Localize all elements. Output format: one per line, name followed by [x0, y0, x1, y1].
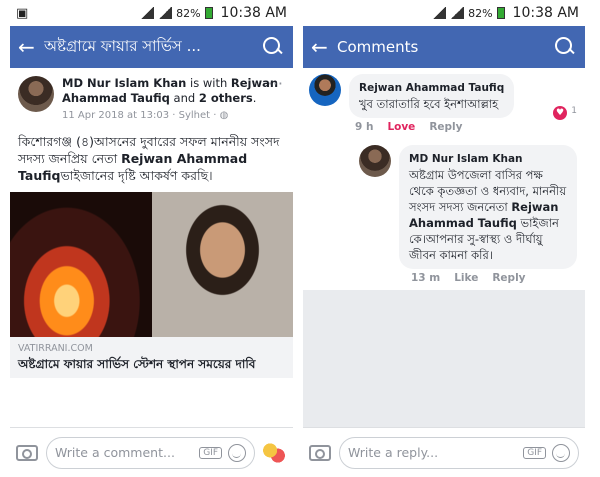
fire-image[interactable]	[10, 192, 152, 337]
reply-input[interactable]: Write a reply... GIF	[339, 436, 579, 469]
post-header: MD Nur Islam Khan is with Rejwan Ahammad…	[10, 68, 293, 127]
status-bar: ▣ 82% 10:38 AM	[10, 0, 293, 26]
love-button[interactable]: Love	[387, 121, 415, 133]
emoji-icon[interactable]	[552, 443, 570, 462]
comment-composer: Write a comment... GIF	[10, 427, 293, 477]
app-bar: ← Comments	[303, 26, 585, 68]
more-options-icon[interactable]: ···	[268, 74, 283, 93]
comment-input[interactable]: Write a comment... GIF	[46, 436, 255, 469]
link-domain: VATIRRANI.COM	[18, 343, 93, 354]
reply-composer: Write a reply... GIF	[303, 427, 585, 477]
battery-text: 82%	[176, 6, 201, 20]
camera-icon[interactable]	[16, 444, 38, 461]
page-title: Comments	[337, 38, 419, 56]
reaction-count: 1	[571, 106, 577, 116]
gif-button[interactable]: GIF	[199, 446, 222, 459]
reply-comment: MD Nur Islam Khan অষ্টগ্রাম উপজেলা বাসির…	[353, 139, 585, 269]
and-text: and	[169, 91, 199, 105]
globe-icon: ◍	[219, 110, 229, 121]
image-icon: ▣	[16, 5, 29, 21]
portrait-image[interactable]	[152, 192, 293, 337]
signal-icon-2	[450, 7, 465, 19]
app-bar: ← অষ্টগ্রামে ফায়ার সার্ভিস ...	[10, 26, 293, 68]
comment-author[interactable]: MD Nur Islam Khan	[409, 151, 567, 167]
post-meta: 11 Apr 2018 at 13:03 · Sylhet ·	[62, 110, 217, 121]
search-icon[interactable]	[261, 35, 285, 59]
avatar[interactable]	[18, 76, 54, 112]
comment-bubble[interactable]: Rejwan Ahammad Taufiq খুব তারাতারি হবে ই…	[349, 74, 515, 118]
link-preview-images[interactable]	[10, 192, 293, 337]
camera-icon[interactable]	[309, 444, 331, 461]
comment-bubble[interactable]: MD Nur Islam Khan অষ্টগ্রাম উপজেলা বাসির…	[399, 145, 577, 269]
right-screen: 82% 10:38 AM ← Comments Rejwan Ahammad T…	[303, 0, 585, 477]
link-title: অষ্টগ্রামে ফায়ার সার্ভিস স্টেশন স্থাপন …	[18, 357, 256, 371]
comment-time: 9 h	[355, 121, 374, 133]
period: .	[252, 91, 257, 105]
comment: Rejwan Ahammad Taufiq খুব তারাতারি হবে ই…	[303, 68, 585, 120]
search-icon[interactable]	[553, 35, 577, 59]
page-title: অষ্টগ্রামে ফায়ার সার্ভিস ...	[44, 36, 201, 55]
avatar[interactable]	[309, 74, 341, 106]
emoji-icon[interactable]	[228, 443, 246, 462]
signal-icon	[140, 7, 155, 19]
avatar[interactable]	[359, 145, 391, 177]
post-text: কিশোরগঞ্জ (৪)আসনের দুবারের সফল মাননীয় স…	[10, 127, 293, 192]
stickers-icon[interactable]	[261, 439, 287, 466]
post-author[interactable]: MD Nur Islam Khan	[62, 76, 186, 90]
battery-icon	[496, 7, 505, 19]
battery-icon	[204, 7, 213, 19]
back-arrow-icon[interactable]: ←	[311, 35, 337, 59]
left-screen: ▣ 82% 10:38 AM ← অষ্টগ্রামে ফায়ার সার্ভ…	[10, 0, 293, 477]
comments-list: Rejwan Ahammad Taufiq খুব তারাতারি হবে ই…	[303, 68, 585, 290]
like-button[interactable]: Like	[454, 272, 478, 284]
clock: 10:38 AM	[512, 5, 579, 21]
reply-button[interactable]: Reply	[429, 121, 462, 133]
reply-time: 13 m	[411, 272, 441, 284]
comment-placeholder: Write a comment...	[55, 445, 175, 460]
with-text: is with	[186, 76, 231, 90]
comment-text: খুব তারাতারি হবে ইনশাআল্লাহ	[359, 97, 499, 111]
others-link[interactable]: 2 others	[199, 91, 253, 105]
battery-text: 82%	[468, 6, 493, 20]
status-bar: 82% 10:38 AM	[303, 0, 585, 26]
comment-text: অষ্টগ্রাম উপজেলা বাসির পক্ষ থেকে কৃতজ্ঞত…	[409, 167, 567, 263]
signal-icon-2	[158, 7, 173, 19]
comment-actions: 9 h Love Reply	[303, 118, 585, 139]
back-arrow-icon[interactable]: ←	[18, 35, 44, 59]
reply-actions: 13 m Like Reply	[303, 269, 585, 290]
clock: 10:38 AM	[220, 5, 287, 21]
reply-placeholder: Write a reply...	[348, 445, 439, 460]
gif-button[interactable]: GIF	[523, 446, 546, 459]
love-reaction-icon[interactable]: ♥	[553, 106, 567, 120]
comment-author[interactable]: Rejwan Ahammad Taufiq	[359, 80, 504, 96]
post-body-2: ভাইজানের দৃষ্টি আকর্ষণ করছি।	[60, 168, 213, 183]
reply-button[interactable]: Reply	[492, 272, 525, 284]
link-preview[interactable]: VATIRRANI.COM অষ্টগ্রামে ফায়ার সার্ভিস …	[10, 337, 293, 378]
signal-icon	[432, 7, 447, 19]
